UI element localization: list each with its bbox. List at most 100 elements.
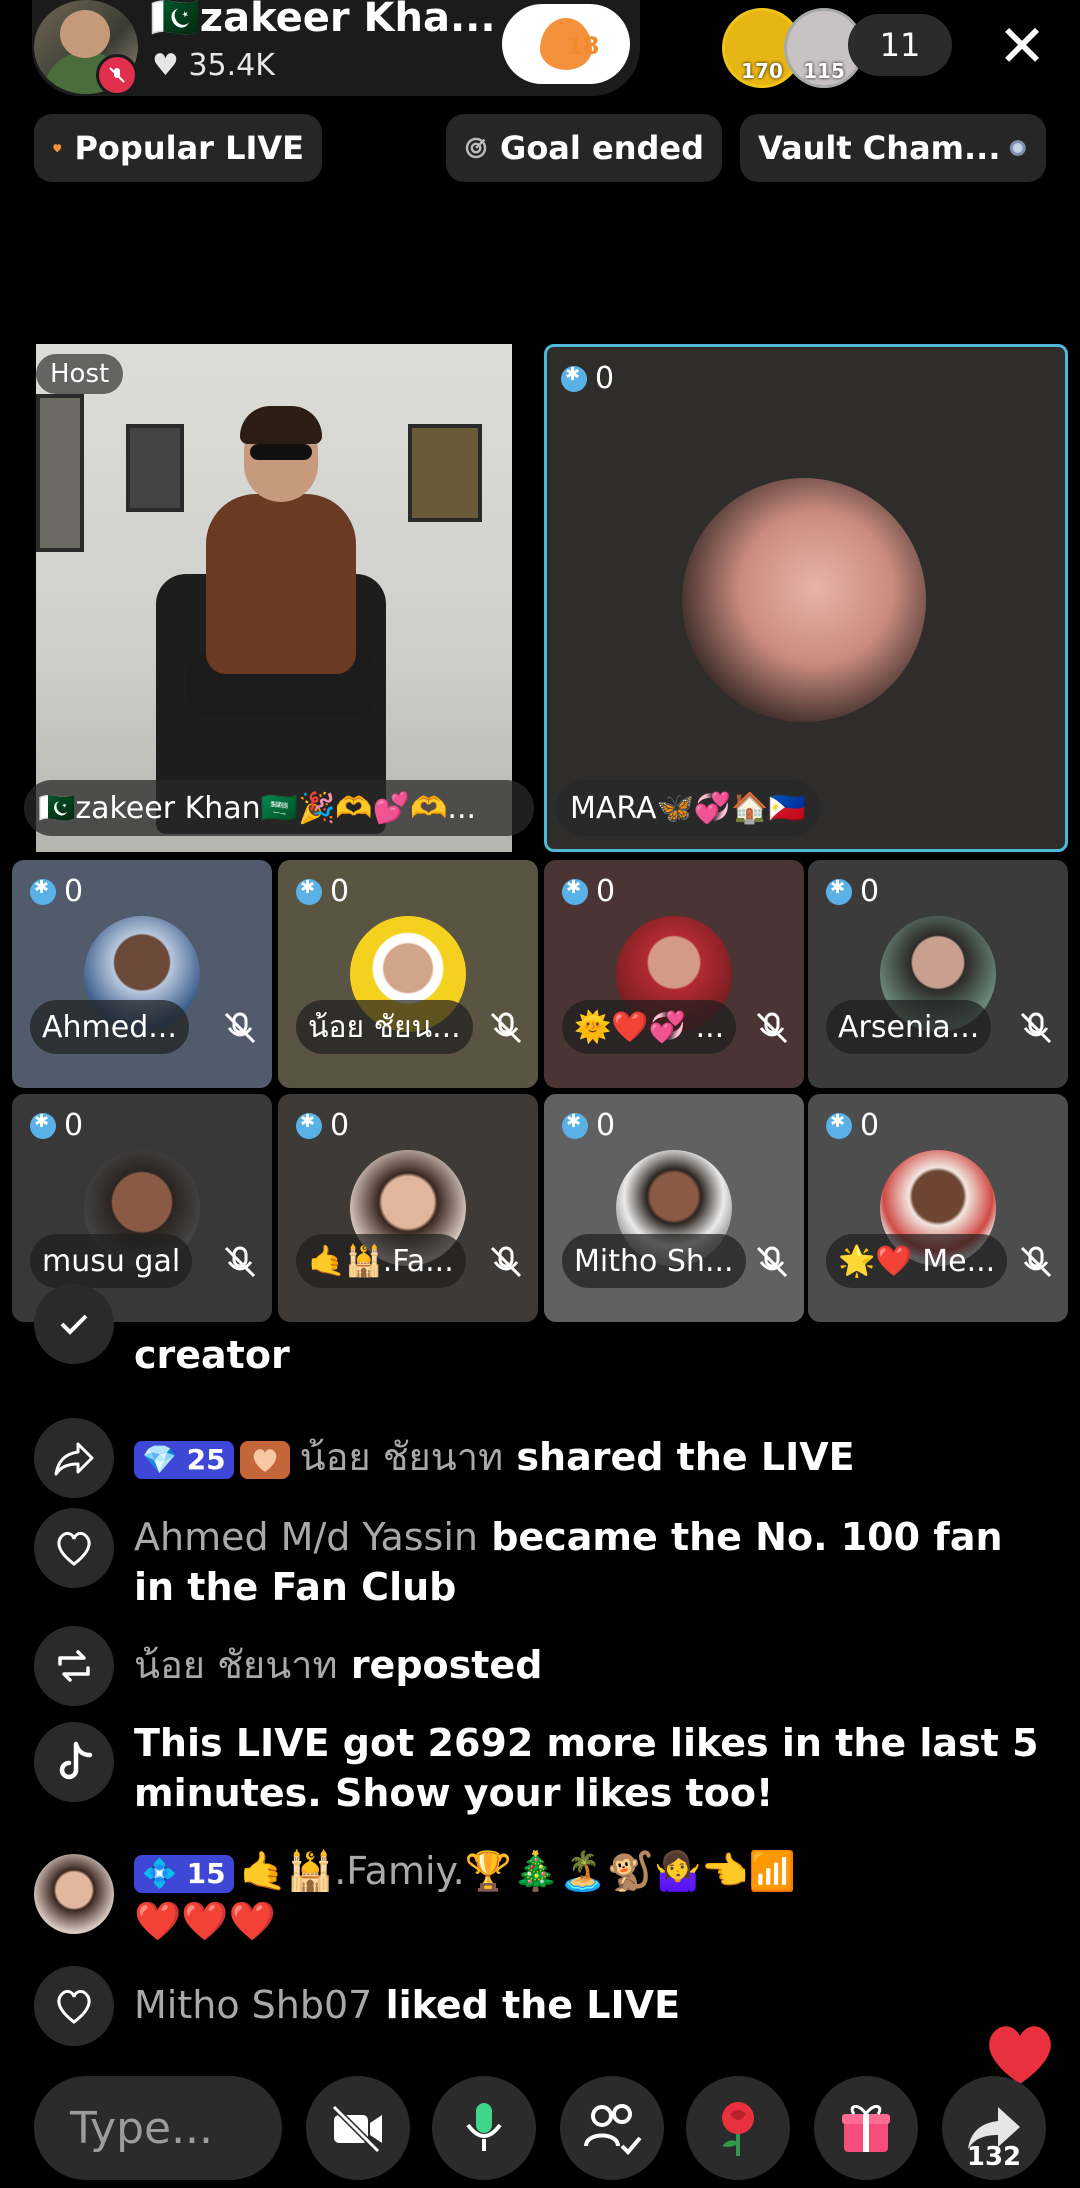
mic-off-icon [490, 1246, 522, 1278]
guest-name: Ahmed... [30, 1000, 189, 1054]
guest-name: น้อย ชัยน... [296, 1000, 473, 1054]
camera-off-button[interactable] [306, 2076, 410, 2180]
fan-badge-icon [239, 1440, 290, 1479]
badge-level: 25 [186, 1442, 226, 1476]
guest-tile[interactable]: 0 Arsenia... [808, 860, 1068, 1088]
guest-name: Arsenia... [826, 1000, 992, 1054]
follow-icon [34, 1284, 114, 1364]
comment-action: reposted [350, 1643, 543, 1687]
viewer-level: 115 [803, 59, 845, 83]
guest-score: 0 [30, 1108, 83, 1143]
comment-text: This LIVE got 2692 more likes in the las… [134, 1721, 1039, 1815]
comment-item: creator [34, 1284, 1044, 1400]
guest-score: 0 [826, 1108, 879, 1143]
guest-tile[interactable]: 0 Mitho Sh... [544, 1094, 804, 1322]
mic-off-icon [756, 1246, 788, 1278]
rose-icon [722, 2102, 754, 2156]
host-name[interactable]: 🇵🇰zakeer Kha... [150, 0, 496, 41]
popular-heart-icon [53, 144, 62, 153]
gem-badge: 💎 25 [134, 1440, 234, 1479]
comment-text: 💎 25 น้อย ชัยนาท shared the LIVE [134, 1432, 1044, 1482]
main-guest-name[interactable]: MARA🦋💞🏠🇵🇭 [556, 780, 820, 836]
vault-chip[interactable]: Vault Cham... [740, 114, 1046, 182]
comment-action: shared the LIVE [516, 1435, 855, 1479]
comment-item: This LIVE got 2692 more likes in the las… [34, 1718, 1044, 1828]
viewer-count[interactable]: 11 [848, 14, 952, 76]
comment-text: 💠 15 🤙🕌.Famiy.🏆🎄🏝️🐒🤷‍♀️👈📶 ❤️❤️❤️ [134, 1846, 1044, 1946]
comment-username[interactable]: น้อย ชัยนาท [134, 1643, 338, 1687]
popular-live-chip[interactable]: Popular LIVE [34, 114, 322, 182]
goal-label: Goal ended [500, 129, 704, 167]
guest-score: 0 [296, 1108, 349, 1143]
guest-score: 0 [561, 361, 614, 396]
goal-chip[interactable]: Goal ended [446, 114, 722, 182]
fan-level: 18 [566, 32, 600, 60]
mic-button[interactable] [432, 2076, 536, 2180]
guests-button[interactable] [560, 2076, 664, 2180]
vault-trophy-icon [1010, 140, 1027, 156]
guest-tile[interactable]: 0 musu gal [12, 1094, 272, 1322]
close-button[interactable]: ✕ [992, 16, 1052, 76]
guest-score-value: 0 [860, 874, 880, 909]
guest-score: 0 [826, 874, 879, 909]
host-muted-icon [96, 54, 138, 96]
heart-outline-icon [34, 1508, 114, 1588]
main-guest-avatar [682, 478, 926, 722]
target-icon [465, 137, 487, 159]
host-likes: ♥ 35.4K [152, 48, 275, 83]
score-icon [30, 877, 56, 905]
guest-tile[interactable]: 0 Ahmed... [12, 860, 272, 1088]
comment-text: Mitho Shb07 liked the LIVE [134, 1980, 1044, 2030]
comment-username[interactable]: Ahmed M/d Yassin [134, 1515, 478, 1559]
mic-off-icon [224, 1246, 256, 1278]
score-icon [826, 877, 852, 905]
comment-username[interactable]: Mitho Shb07 [134, 1983, 372, 2027]
guest-name: 🤙🕌.Fa... [296, 1234, 466, 1288]
heart-icon: ♥ [152, 48, 179, 83]
guest-name: musu gal [30, 1234, 193, 1288]
guest-score: 0 [30, 874, 83, 909]
guest-score-value: 0 [860, 1108, 880, 1143]
guest-tile[interactable]: 0 🌞❤️💞 ... [544, 860, 804, 1088]
score-icon [561, 364, 587, 392]
score-icon [826, 1111, 852, 1139]
guest-score-value: 0 [64, 1108, 84, 1143]
guest-score: 0 [562, 874, 615, 909]
gift-icon [842, 2105, 890, 2152]
people-icon [584, 2104, 642, 2155]
mic-icon [466, 2103, 502, 2151]
mic-off-icon [1020, 1246, 1052, 1278]
guest-tile[interactable]: 0 🤙🕌.Fa... [278, 1094, 538, 1322]
popular-live-label: Popular LIVE [74, 129, 304, 167]
score-icon [30, 1111, 56, 1139]
fan-club-button[interactable]: 18 [502, 4, 630, 84]
guest-tile[interactable]: 0 น้อย ชัยน... [278, 860, 538, 1088]
commenter-avatar[interactable] [34, 1854, 114, 1934]
comment-message: ❤️❤️❤️ [134, 1899, 276, 1943]
tiktok-icon [34, 1722, 114, 1802]
rose-gift-button[interactable] [686, 2076, 790, 2180]
guest-score-value: 0 [595, 361, 615, 396]
guest-tile[interactable]: 0 🌟❤️ Me... [808, 1094, 1068, 1322]
guest-score: 0 [562, 1108, 615, 1143]
comment-item: 💎 25 น้อย ชัยนาท shared the LIVE [34, 1418, 1044, 1498]
gift-button[interactable] [814, 2076, 918, 2180]
guest-score-value: 0 [330, 874, 350, 909]
heart-outline-icon [34, 1966, 114, 2046]
camera-off-icon [331, 2104, 382, 2153]
comment-username[interactable]: 🤙🕌.Famiy.🏆🎄🏝️🐒🤷‍♀️👈📶 [240, 1849, 796, 1893]
guest-name: 🌞❤️💞 ... [562, 1000, 737, 1054]
comment-username[interactable]: น้อย ชัยนาท [300, 1435, 504, 1479]
share-button[interactable]: 132 [942, 2076, 1046, 2180]
guest-name: Mitho Sh... [562, 1234, 746, 1288]
mic-off-icon [490, 1012, 522, 1044]
comment-text: Ahmed M/d Yassin became the No. 100 fan … [134, 1512, 1044, 1612]
badge-level: 15 [186, 1856, 226, 1890]
comment-item: Ahmed M/d Yassin became the No. 100 fan … [34, 1508, 1044, 1618]
share-icon [34, 1418, 114, 1498]
host-likes-count: 35.4K [188, 48, 275, 83]
comment-input[interactable]: Type... [34, 2076, 282, 2180]
host-tile-name[interactable]: 🇵🇰zakeer Khan🇸🇦🎉🫶💕🫶... [24, 780, 534, 836]
host-video-tile[interactable] [36, 344, 512, 852]
share-count: 132 [966, 2142, 1022, 2172]
